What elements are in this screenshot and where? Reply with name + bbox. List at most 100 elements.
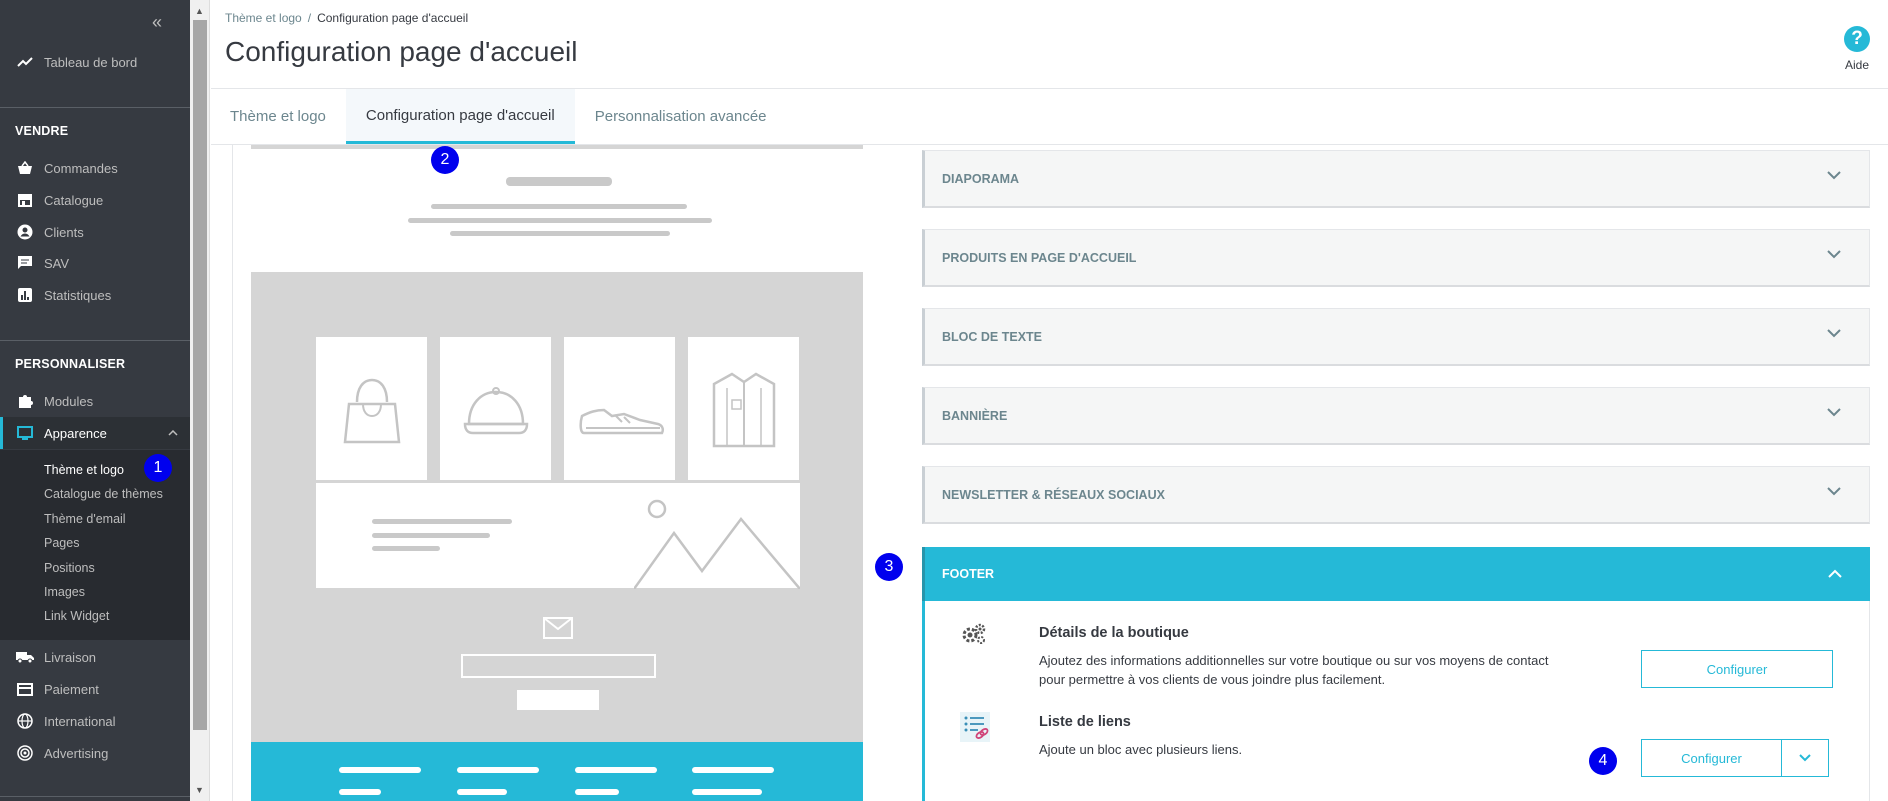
sidebar-scrollbar[interactable]: ▲ ▼: [190, 0, 210, 801]
breadcrumb-separator: /: [307, 11, 312, 25]
sidebar-item-label: Tableau de bord: [44, 54, 138, 70]
sidebar-item-sav[interactable]: SAV: [0, 248, 190, 278]
sidebar-subitem-email-theme[interactable]: Thème d'email: [44, 512, 126, 526]
preview-product-shirt: [688, 337, 799, 480]
accordion-title: BANNIÈRE: [942, 408, 1008, 423]
tab-bar: Thème et logo Configuration page d'accue…: [211, 89, 787, 144]
preview-products-area: [251, 272, 863, 742]
sidebar-subitem-theme-logo[interactable]: Thème et logo: [44, 463, 124, 477]
sidebar-item-label: Catalogue: [44, 192, 104, 208]
module-description: Ajoute un bloc avec plusieurs liens.: [1039, 742, 1243, 757]
scrollbar-thumb[interactable]: [193, 20, 207, 730]
preview-newsletter-input: [461, 654, 656, 678]
sidebar-item-label: International: [44, 713, 116, 729]
sidebar-item-label: Apparence: [44, 425, 107, 441]
cap-icon: [463, 386, 528, 434]
basket-icon: [16, 159, 34, 177]
sidebar-item-dashboard[interactable]: Tableau de bord: [0, 47, 190, 77]
sidebar-subitem-positions[interactable]: Positions: [44, 561, 95, 575]
preview-footer-link: [339, 767, 421, 773]
preview-footer: [251, 742, 863, 801]
sidebar-item-payment[interactable]: Paiement: [0, 674, 190, 704]
sidebar-subitem-pages[interactable]: Pages: [44, 536, 79, 550]
truck-icon: [16, 648, 34, 666]
preview-banner: [316, 483, 800, 589]
user-circle-icon: [16, 223, 34, 241]
puzzle-icon: [16, 392, 34, 410]
accordion-title: DIAPORAMA: [942, 171, 1020, 186]
accordion-newsletter-social[interactable]: NEWSLETTER & RÉSEAUX SOCIAUX: [922, 466, 1870, 524]
chevron-down-icon: [1827, 487, 1841, 496]
configure-store-details-button[interactable]: Configurer: [1641, 650, 1833, 688]
accordion-footer[interactable]: FOOTER: [922, 547, 1870, 601]
collapse-sidebar-icon[interactable]: «: [152, 12, 162, 33]
step-marker: 2: [431, 146, 459, 174]
sidebar-subitem-link-widget[interactable]: Link Widget: [44, 609, 109, 623]
preview-footer-link: [575, 789, 619, 795]
preview-footer-link: [575, 767, 657, 773]
preview-footer-link: [457, 767, 539, 773]
help-icon: ?: [1844, 26, 1870, 52]
monitor-icon: [16, 424, 34, 442]
sidebar-item-label: Commandes: [44, 160, 118, 176]
sidebar-item-label: SAV: [44, 255, 70, 271]
credit-card-icon: [16, 680, 34, 698]
module-title: Détails de la boutique: [1039, 625, 1189, 641]
sidebar-item-customers[interactable]: Clients: [0, 217, 190, 247]
accordion-title: BLOC DE TEXTE: [942, 329, 1043, 344]
accordion-text-block[interactable]: BLOC DE TEXTE: [922, 308, 1870, 366]
tab-advanced-customization[interactable]: Personnalisation avancée: [575, 89, 787, 144]
bar-chart-icon: [16, 286, 34, 304]
chevron-down-icon: [1827, 250, 1841, 259]
step-marker: 4: [1589, 747, 1617, 775]
breadcrumb-current: Configuration page d'accueil: [317, 11, 469, 25]
sidebar-item-appearance[interactable]: Apparence: [0, 417, 190, 449]
tab-homepage-config[interactable]: Configuration page d'accueil: [345, 89, 575, 144]
preview-banner-text: [372, 519, 512, 524]
accordion-footer-content: Détails de la boutique Ajoutez des infor…: [922, 601, 1870, 801]
sidebar-item-international[interactable]: International: [0, 706, 190, 736]
sidebar-section-customize: PERSONNALISER: [15, 357, 126, 371]
scroll-up-icon[interactable]: ▲: [195, 6, 204, 16]
sidebar-item-catalog[interactable]: Catalogue: [0, 185, 190, 215]
sidebar-item-stats[interactable]: Statistiques: [0, 280, 190, 310]
sneaker-icon: [578, 408, 664, 434]
homepage-preview: [232, 145, 864, 801]
sidebar-item-modules[interactable]: Modules: [0, 386, 190, 416]
trending-up-icon: [16, 53, 34, 71]
tab-theme-logo[interactable]: Thème et logo: [211, 89, 346, 144]
chevron-down-icon: [1827, 329, 1841, 338]
breadcrumb-parent-link[interactable]: Thème et logo: [225, 11, 302, 25]
sidebar-item-orders[interactable]: Commandes: [0, 153, 190, 183]
sidebar-divider: [0, 796, 190, 797]
chevron-down-icon: [1827, 408, 1841, 417]
preview-footer-link: [339, 789, 381, 795]
step-marker: 3: [875, 553, 903, 581]
breadcrumb: Thème et logo / Configuration page d'accue…: [225, 11, 468, 25]
accordion-slideshow[interactable]: DIAPORAMA: [922, 150, 1870, 208]
handbag-icon: [343, 378, 400, 443]
sidebar-item-label: Statistiques: [44, 287, 112, 303]
configure-link-list-button[interactable]: Configurer: [1641, 739, 1782, 777]
store-icon: [16, 191, 34, 209]
sidebar-item-shipping[interactable]: Livraison: [0, 642, 190, 672]
chevron-up-icon: [1828, 569, 1842, 578]
configure-dropdown-toggle[interactable]: [1782, 739, 1829, 777]
sidebar-item-label: Livraison: [44, 649, 97, 665]
help-button[interactable]: ? Aide: [1838, 26, 1876, 72]
sidebar-subitem-images[interactable]: Images: [44, 585, 85, 599]
chevron-up-icon: [168, 428, 178, 439]
sidebar-item-advertising[interactable]: Advertising: [0, 738, 190, 768]
preview-top-line: [251, 145, 863, 149]
shirt-icon: [712, 372, 775, 447]
chat-icon: [16, 254, 34, 272]
preview-text-placeholder: [408, 218, 712, 223]
accordion-featured-products[interactable]: PRODUITS EN PAGE D'ACCUEIL: [922, 229, 1870, 287]
preview-footer-link: [692, 789, 762, 795]
scroll-down-icon[interactable]: ▼: [195, 785, 204, 795]
sidebar-subitem-theme-catalog[interactable]: Catalogue de thèmes: [44, 487, 163, 501]
sidebar-item-label: Clients: [44, 224, 84, 240]
accordion-banner[interactable]: BANNIÈRE: [922, 387, 1870, 445]
preview-footer-link: [692, 767, 774, 773]
page-title: Configuration page d'accueil: [225, 36, 578, 67]
